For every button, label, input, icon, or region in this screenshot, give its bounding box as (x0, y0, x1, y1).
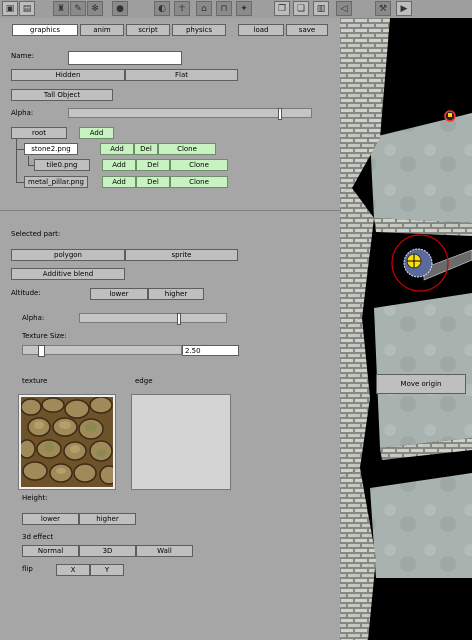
scene-render (340, 18, 472, 640)
tab-graphics[interactable]: graphics (12, 24, 78, 36)
altitude-lower-button[interactable]: lower (90, 288, 148, 300)
altitude-higher-button[interactable]: higher (148, 288, 204, 300)
part-clone-button[interactable]: Clone (170, 159, 228, 171)
properties-panel: graphics anim script physics load save N… (0, 18, 340, 640)
save-icon[interactable]: ▣ (2, 1, 18, 16)
sphere-icon[interactable]: ● (112, 1, 128, 16)
speaker-icon[interactable]: ◁ (336, 1, 352, 16)
3d-effect-label: 3d effect (22, 533, 54, 541)
texture-thumbnail[interactable] (18, 394, 116, 490)
object-marker-core (448, 113, 452, 117)
selected-part-label: Selected part: (11, 230, 61, 238)
root-node[interactable]: root (11, 127, 67, 139)
play-icon[interactable]: ▶ (396, 1, 412, 16)
part-add-button[interactable]: Add (100, 143, 134, 155)
height-label: Height: (22, 494, 48, 502)
texture-size-label: Texture Size: (22, 332, 67, 340)
height-lower-button[interactable]: lower (22, 513, 79, 525)
part-clone-button[interactable]: Clone (158, 143, 216, 155)
brick-wall (340, 318, 370, 478)
pencil-icon[interactable]: ✎ (70, 1, 86, 16)
flip-label: flip (22, 565, 33, 573)
part-del-button[interactable]: Del (136, 176, 170, 188)
top-toolbar: ▣ ▤ ♜ ✎ ✻ ● ◐ ☥ ⌂ ⊓ ✦ ❐ ❏ ▥ ◁ ⚒ ▶ (0, 0, 472, 19)
texture-label: texture (22, 377, 48, 385)
root-add-button[interactable]: Add (79, 127, 114, 139)
section-divider (0, 210, 340, 211)
normal-effect-button[interactable]: Normal (22, 545, 79, 557)
save-button[interactable]: save (286, 24, 328, 36)
name-label: Name: (11, 52, 35, 60)
slider-knob[interactable] (38, 345, 45, 357)
slider-knob[interactable] (278, 108, 282, 120)
flip-x-button[interactable]: X (56, 564, 90, 576)
part-del-button[interactable]: Del (136, 159, 170, 171)
sprite-button[interactable]: sprite (125, 249, 238, 261)
move-origin-button[interactable]: Move origin (376, 374, 466, 394)
tree-line (16, 182, 24, 183)
part-add-button[interactable]: Add (102, 159, 136, 171)
folder-icon[interactable]: ▤ (19, 1, 35, 16)
sphere-small-icon[interactable]: ◐ (154, 1, 170, 16)
tall-object-toggle[interactable]: Tall Object (11, 89, 113, 101)
table-icon[interactable]: ⊓ (216, 1, 232, 16)
part-node[interactable]: metal_pillar.png (24, 176, 88, 188)
tab-script[interactable]: script (126, 24, 170, 36)
light-icon[interactable]: ✦ (236, 1, 252, 16)
part-node[interactable]: stone2.png (24, 143, 78, 155)
polygon-button[interactable]: polygon (11, 249, 125, 261)
name-field[interactable] (68, 51, 182, 65)
height-higher-button[interactable]: higher (79, 513, 136, 525)
tree-line (16, 149, 24, 150)
gear-icon[interactable]: ✻ (87, 1, 103, 16)
scene-viewport[interactable]: Move origin (340, 18, 472, 640)
altitude-label: Altitude: (11, 289, 41, 297)
flat-toggle[interactable]: Flat (125, 69, 238, 81)
part-add-button[interactable]: Add (102, 176, 136, 188)
load-button[interactable]: load (238, 24, 284, 36)
brick-wall (340, 188, 374, 328)
additive-blend-toggle[interactable]: Additive blend (11, 268, 125, 280)
part-clone-button[interactable]: Clone (170, 176, 228, 188)
edge-label: edge (135, 377, 153, 385)
tab-anim[interactable]: anim (80, 24, 124, 36)
3d-effect-button[interactable]: 3D (79, 545, 136, 557)
part-alpha-slider[interactable] (79, 313, 227, 325)
part-del-button[interactable]: Del (134, 143, 158, 155)
object-alpha-slider[interactable] (68, 108, 312, 120)
floor-slab (374, 293, 472, 448)
stack-icon[interactable]: ▥ (313, 1, 329, 16)
walk-icon[interactable]: ⌂ (196, 1, 212, 16)
texture-size-field[interactable]: 2.50 (182, 345, 239, 356)
hidden-toggle[interactable]: Hidden (11, 69, 125, 81)
tree-line (16, 139, 17, 183)
flip-y-button[interactable]: Y (90, 564, 124, 576)
wrench-icon[interactable]: ⚒ (375, 1, 391, 16)
floor-slab (370, 473, 472, 578)
wall-effect-button[interactable]: Wall (136, 545, 193, 557)
paste-icon[interactable]: ❏ (293, 1, 309, 16)
tab-physics[interactable]: physics (172, 24, 226, 36)
stone-texture-image (21, 397, 113, 487)
alpha-label: Alpha: (11, 109, 34, 117)
edge-thumbnail[interactable] (131, 394, 231, 490)
slider-knob[interactable] (177, 313, 181, 325)
part-alpha-label: Alpha: (22, 314, 45, 322)
person-icon[interactable]: ♜ (53, 1, 69, 16)
texture-size-slider[interactable] (22, 345, 182, 357)
part-node[interactable]: tile0.png (34, 159, 90, 171)
run-icon[interactable]: ☥ (174, 1, 190, 16)
copy-icon[interactable]: ❐ (274, 1, 290, 16)
floor-slab (370, 113, 472, 223)
